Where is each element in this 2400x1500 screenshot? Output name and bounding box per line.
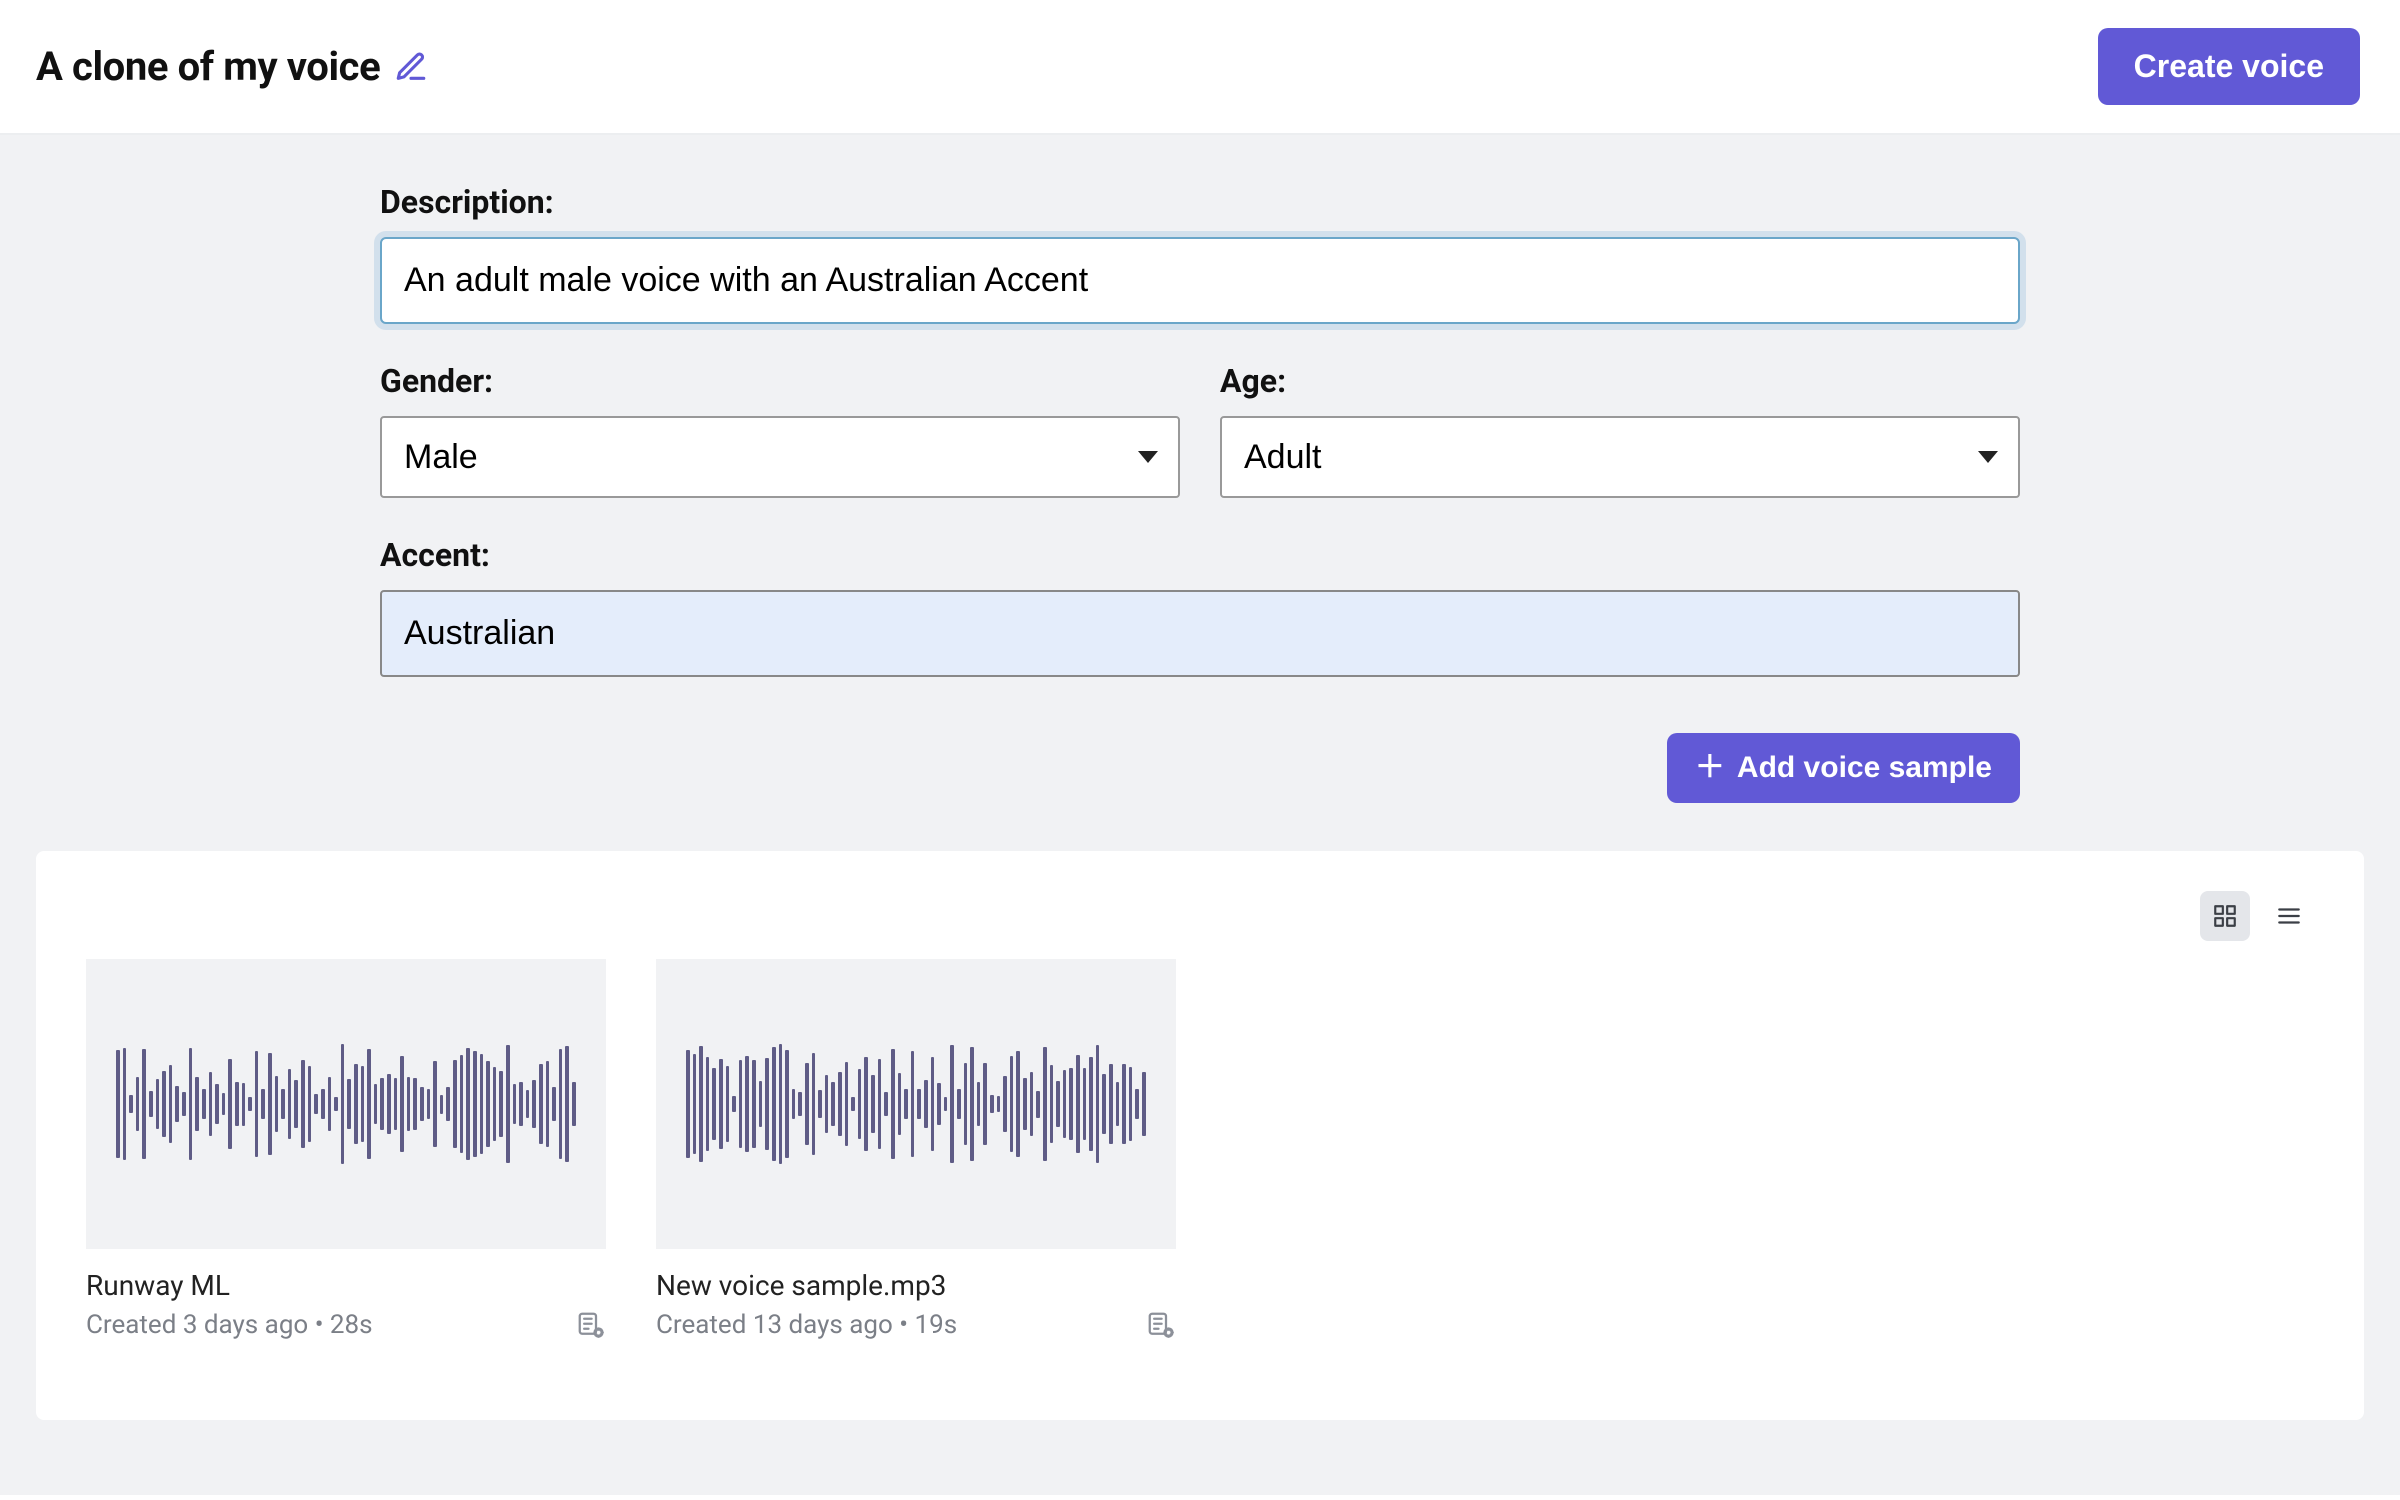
- waveform-preview: [656, 959, 1176, 1249]
- add-voice-sample-button[interactable]: ＋ Add voice sample: [1667, 733, 2020, 803]
- add-sample-label: Add voice sample: [1737, 751, 1992, 785]
- samples-panel: Runway ML Created 3 days ago • 28s: [36, 851, 2364, 1420]
- create-voice-button[interactable]: Create voice: [2098, 28, 2360, 105]
- sample-meta: Created 3 days ago • 28s: [86, 1310, 373, 1340]
- title-area: A clone of my voice: [36, 43, 428, 90]
- age-label: Age:: [1220, 362, 2020, 400]
- edit-icon[interactable]: [394, 50, 428, 84]
- plus-icon: ＋: [1695, 753, 1725, 783]
- sample-card[interactable]: New voice sample.mp3 Created 13 days ago…: [656, 959, 1176, 1340]
- waveform-preview: [86, 959, 606, 1249]
- sample-title: Runway ML: [86, 1269, 606, 1302]
- list-view-button[interactable]: [2264, 891, 2314, 941]
- age-select[interactable]: Adult: [1220, 416, 2020, 498]
- gender-label: Gender:: [380, 362, 1180, 400]
- sample-meta: Created 13 days ago • 19s: [656, 1310, 957, 1340]
- sample-title: New voice sample.mp3: [656, 1269, 1176, 1302]
- grid-view-button[interactable]: [2200, 891, 2250, 941]
- gender-select[interactable]: Male: [380, 416, 1180, 498]
- page-title: A clone of my voice: [36, 43, 380, 90]
- grid-icon: [2212, 903, 2238, 929]
- sample-card[interactable]: Runway ML Created 3 days ago • 28s: [86, 959, 606, 1340]
- accent-label: Accent:: [380, 536, 2020, 574]
- list-icon: [2276, 903, 2302, 929]
- accent-input[interactable]: [380, 590, 2020, 677]
- description-label: Description:: [380, 183, 2020, 221]
- description-input[interactable]: [380, 237, 2020, 324]
- sample-settings-icon[interactable]: [576, 1310, 606, 1340]
- sample-settings-icon[interactable]: [1146, 1310, 1176, 1340]
